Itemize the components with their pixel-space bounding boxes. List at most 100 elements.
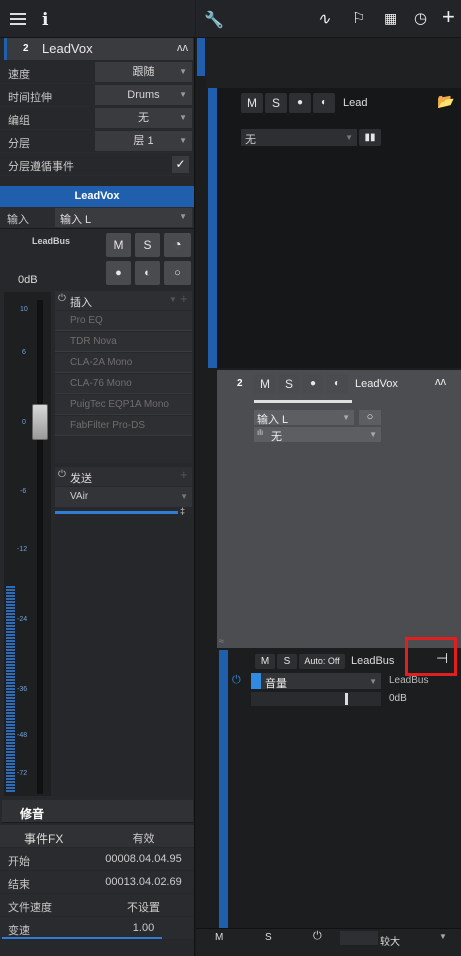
- info-icon[interactable]: i: [42, 10, 48, 30]
- param-label: 分层: [8, 138, 30, 150]
- mute-button[interactable]: M: [106, 233, 131, 257]
- wrench-icon[interactable]: 🔧: [204, 10, 224, 30]
- waveform-icon[interactable]: ʌʌ: [177, 42, 188, 54]
- record-button[interactable]: ●: [302, 374, 324, 394]
- bus-label[interactable]: LeadBus: [6, 236, 96, 246]
- slider-handle[interactable]: [345, 693, 348, 705]
- speed-bar[interactable]: [2, 937, 162, 939]
- scale-label: 10: [20, 306, 28, 313]
- plus-icon[interactable]: +: [180, 291, 188, 306]
- track-name[interactable]: LeadVox: [355, 378, 398, 390]
- power-icon[interactable]: ⏻: [58, 469, 66, 480]
- send-slot[interactable]: VAir ▼: [55, 487, 192, 507]
- insert-slot[interactable]: TDR Nova: [55, 332, 192, 352]
- inserts-header: ⏻ 插入 ▼ +: [55, 291, 192, 310]
- layer-select[interactable]: 层 1 ▼: [95, 131, 192, 151]
- track-lead[interactable]: M S ● ◐ Lead 📂 无 ▼ ▮▮: [217, 88, 461, 368]
- chevron-down-icon[interactable]: ▼: [439, 932, 447, 941]
- event-value[interactable]: 1.00: [95, 922, 192, 934]
- layer-select[interactable]: ılı 无 ▼: [254, 427, 381, 443]
- monitor-knob-icon[interactable]: ◔: [164, 233, 191, 257]
- insert-name: CLA-76 Mono: [70, 378, 132, 389]
- track-name[interactable]: LeadBus: [351, 655, 394, 667]
- timestretch-select[interactable]: Drums ▼: [95, 85, 192, 105]
- bars-icon[interactable]: ▮▮: [359, 129, 381, 146]
- input-monitor-icon[interactable]: ○: [359, 410, 381, 425]
- power-icon[interactable]: ⏻: [232, 674, 241, 687]
- channel-name[interactable]: LeadVox: [0, 190, 194, 202]
- metronome-icon[interactable]: ◷: [414, 9, 427, 27]
- insert-slot[interactable]: CLA-2A Mono: [55, 353, 192, 373]
- solo-button[interactable]: S: [135, 233, 160, 257]
- send-pan-icon[interactable]: ‡: [180, 506, 185, 516]
- scroll-indicator[interactable]: [197, 38, 205, 76]
- channel-strip-header: LeadVox: [0, 186, 194, 207]
- group-select[interactable]: 无 ▼: [95, 108, 192, 128]
- tempo-value: 跟随: [132, 66, 155, 78]
- record-button[interactable]: ●: [106, 261, 131, 285]
- insert-slot[interactable]: Pro EQ: [55, 311, 192, 331]
- collapse-icon[interactable]: ≈: [219, 636, 224, 646]
- insert-slot[interactable]: PuigTec EQP1A Mono: [55, 395, 192, 415]
- waveform-icon[interactable]: ʌʌ: [435, 376, 446, 388]
- hamburger-icon[interactable]: [10, 13, 26, 25]
- tempo-select[interactable]: 跟随 ▼: [95, 62, 192, 82]
- event-title[interactable]: 修音: [20, 805, 44, 822]
- input-select[interactable]: 输入 L ▼: [254, 410, 354, 426]
- track-name[interactable]: Lead: [343, 97, 367, 109]
- mute-button[interactable]: M: [254, 374, 276, 394]
- bottom-m-button[interactable]: M: [215, 932, 223, 943]
- plus-icon[interactable]: +: [442, 4, 455, 30]
- track-leadbus[interactable]: M S Auto: Off LeadBus ⏻ 音量 ▼ LeadBus 0dB: [229, 650, 461, 928]
- scale-label: -24: [17, 616, 28, 623]
- solo-button[interactable]: S: [277, 654, 297, 669]
- monitor-button[interactable]: ◐: [313, 93, 335, 113]
- insert-name: CLA-2A Mono: [70, 357, 133, 368]
- send-level-bar[interactable]: [55, 511, 178, 514]
- grid-icon[interactable]: ▦: [384, 10, 397, 27]
- flag-icon[interactable]: ⚐: [352, 9, 365, 27]
- param-value-slider[interactable]: [251, 692, 381, 706]
- mute-button[interactable]: M: [241, 93, 263, 113]
- event-fx-value[interactable]: 有效: [95, 830, 192, 846]
- bottom-empty-field[interactable]: [340, 931, 378, 945]
- event-row-file-tempo: 文件速度 不设置: [0, 894, 194, 917]
- volume-fader-handle[interactable]: [32, 404, 48, 440]
- monitor-button[interactable]: ◐: [326, 374, 348, 394]
- mute-button[interactable]: M: [255, 654, 275, 669]
- chevron-down-icon[interactable]: ▼: [169, 295, 177, 304]
- scale-label: -48: [17, 732, 28, 739]
- volume-readout[interactable]: 0dB: [18, 274, 38, 286]
- param-row-layer-follow: 分层遵循事件 ✓: [0, 153, 194, 176]
- insert-slot[interactable]: FabFilter Pro-DS: [55, 416, 192, 436]
- automation-curve-icon[interactable]: ∿: [317, 9, 330, 29]
- zoom-label[interactable]: 较大: [380, 933, 400, 948]
- track-leadvox[interactable]: 2 M S ● ◐ LeadVox ʌʌ 输入 L ▼ ○ ılı 无 ▼: [217, 370, 461, 648]
- solo-button[interactable]: S: [265, 93, 287, 113]
- event-value[interactable]: 00013.04.02.69: [95, 876, 192, 888]
- chevron-down-icon: ▼: [179, 113, 187, 122]
- monitor-button[interactable]: ◐: [135, 261, 160, 285]
- event-value[interactable]: 不设置: [95, 899, 192, 915]
- insert-slot[interactable]: CLA-76 Mono: [55, 374, 192, 394]
- automation-param-select[interactable]: 音量 ▼: [251, 673, 381, 690]
- layer-follow-checkbox[interactable]: ✓: [172, 156, 189, 173]
- lead-select[interactable]: 无 ▼: [241, 129, 357, 146]
- event-value[interactable]: 00008.04.04.95: [95, 853, 192, 865]
- input-select[interactable]: 输入 L ▼: [55, 208, 192, 227]
- plus-icon[interactable]: +: [180, 467, 188, 482]
- auto-mode-button[interactable]: Auto: Off: [299, 654, 345, 669]
- input-value: 输入 L: [257, 414, 289, 426]
- scale-label: -6: [20, 488, 27, 495]
- power-icon[interactable]: ⏻: [58, 293, 66, 304]
- record-button[interactable]: ●: [289, 93, 311, 113]
- bottom-s-button[interactable]: S: [265, 932, 272, 943]
- volume-bar[interactable]: [254, 400, 352, 403]
- power-icon[interactable]: ⏻: [313, 930, 322, 943]
- expand-lanes-icon[interactable]: ⊣: [436, 650, 448, 667]
- phase-button[interactable]: ○: [164, 261, 191, 285]
- track-name[interactable]: LeadVox: [42, 41, 93, 56]
- solo-button[interactable]: S: [278, 374, 300, 394]
- bottom-bar: M S ⏻ 较大 ▼: [196, 928, 461, 956]
- folder-icon[interactable]: 📂: [437, 93, 454, 110]
